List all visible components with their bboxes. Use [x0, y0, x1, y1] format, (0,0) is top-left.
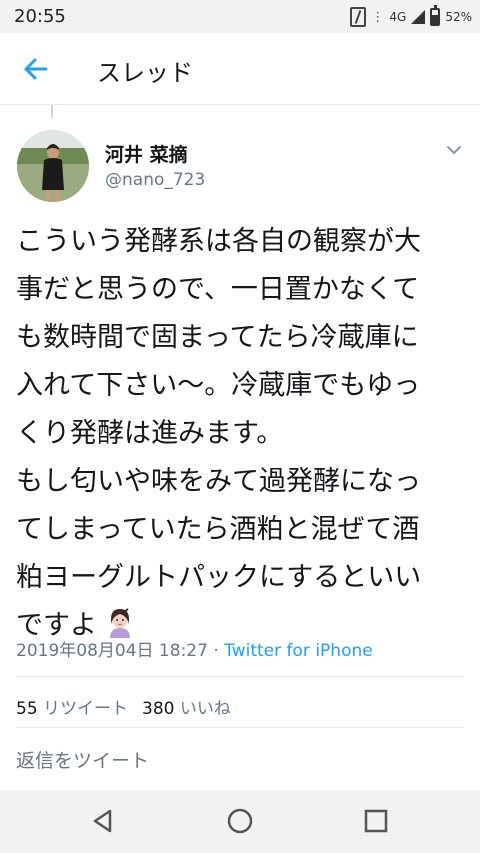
tweet-text-line: もし匂いや味をみて過発酵になっ: [16, 466, 421, 497]
retweets-label: リツイート: [43, 699, 129, 719]
divider: [16, 676, 464, 677]
tweet-text-line: 入れて下さい〜。冷蔵庫でもゆっ: [16, 370, 421, 401]
status-bar: 20:55 ⋮ 4G 52%: [0, 0, 480, 33]
likes-label: いいね: [179, 699, 231, 719]
tweet-source-link[interactable]: Twitter for iPhone: [224, 641, 373, 661]
retweets-count: 55: [16, 699, 38, 719]
nav-recents-button[interactable]: [361, 806, 391, 836]
likes-stat[interactable]: 380 いいね: [142, 694, 231, 719]
square-recents-icon: [364, 809, 388, 833]
app-header: スレッド: [0, 33, 480, 105]
system-nav-bar: [0, 790, 480, 853]
vibrate-icon: ⋮: [371, 9, 385, 25]
tweet-text-line: てしまっていたら酒粕と混ぜて酒: [16, 514, 420, 545]
retweets-stat[interactable]: 55 リツイート: [16, 694, 128, 719]
tweet-stats: 55 リツイート 380 いいね: [16, 694, 231, 719]
likes-count: 380: [142, 699, 175, 719]
tweet-options-button[interactable]: [444, 140, 464, 160]
back-button[interactable]: [18, 51, 54, 87]
tweet-text: こういう発酵系は各自の観察が大 事だと思うので、一日置かなくて も数時間で固まっ…: [16, 218, 466, 650]
tweet-timestamp[interactable]: 2019年08月04日 18:27: [16, 641, 208, 661]
reply-input[interactable]: 返信をツイート: [16, 746, 149, 773]
thread-connector: [51, 105, 53, 118]
tweet-text-line: も数時間で固まってたら冷蔵庫に: [16, 322, 419, 353]
meta-separator: ·: [207, 641, 225, 661]
chevron-down-icon: [447, 146, 461, 154]
tweet-meta: 2019年08月04日 18:27 · Twitter for iPhone: [16, 636, 373, 661]
back-arrow-icon: [24, 58, 48, 80]
tweet-text-line: 事だと思うので、一日置かなくて: [16, 274, 420, 305]
battery-percent: 52%: [445, 10, 472, 24]
avatar[interactable]: [17, 130, 89, 202]
circle-home-icon: [227, 808, 253, 834]
author-handle[interactable]: @nano_723: [105, 170, 205, 190]
battery-icon: [430, 5, 441, 26]
nav-home-button[interactable]: [225, 806, 255, 836]
tweet-text-line: こういう発酵系は各自の観察が大: [16, 226, 421, 257]
tweet-text-line: くり発酵は進みます。: [16, 418, 284, 449]
nfc-icon: [350, 7, 367, 27]
page-title: スレッド: [97, 59, 193, 87]
signal-icon: [411, 10, 426, 24]
status-icons: ⋮ 4G 52%: [350, 5, 472, 28]
nav-back-button[interactable]: [88, 806, 118, 836]
avatar-photo: [17, 130, 89, 202]
divider: [16, 727, 464, 728]
author-name[interactable]: 河井 菜摘: [105, 140, 188, 167]
tweet-text-line: 粕ヨーグルトパックにするといい: [16, 562, 422, 593]
person-emoji-icon: [109, 608, 130, 638]
network-type: 4G: [389, 10, 407, 24]
triangle-back-icon: [93, 809, 112, 833]
status-time: 20:55: [14, 6, 66, 27]
